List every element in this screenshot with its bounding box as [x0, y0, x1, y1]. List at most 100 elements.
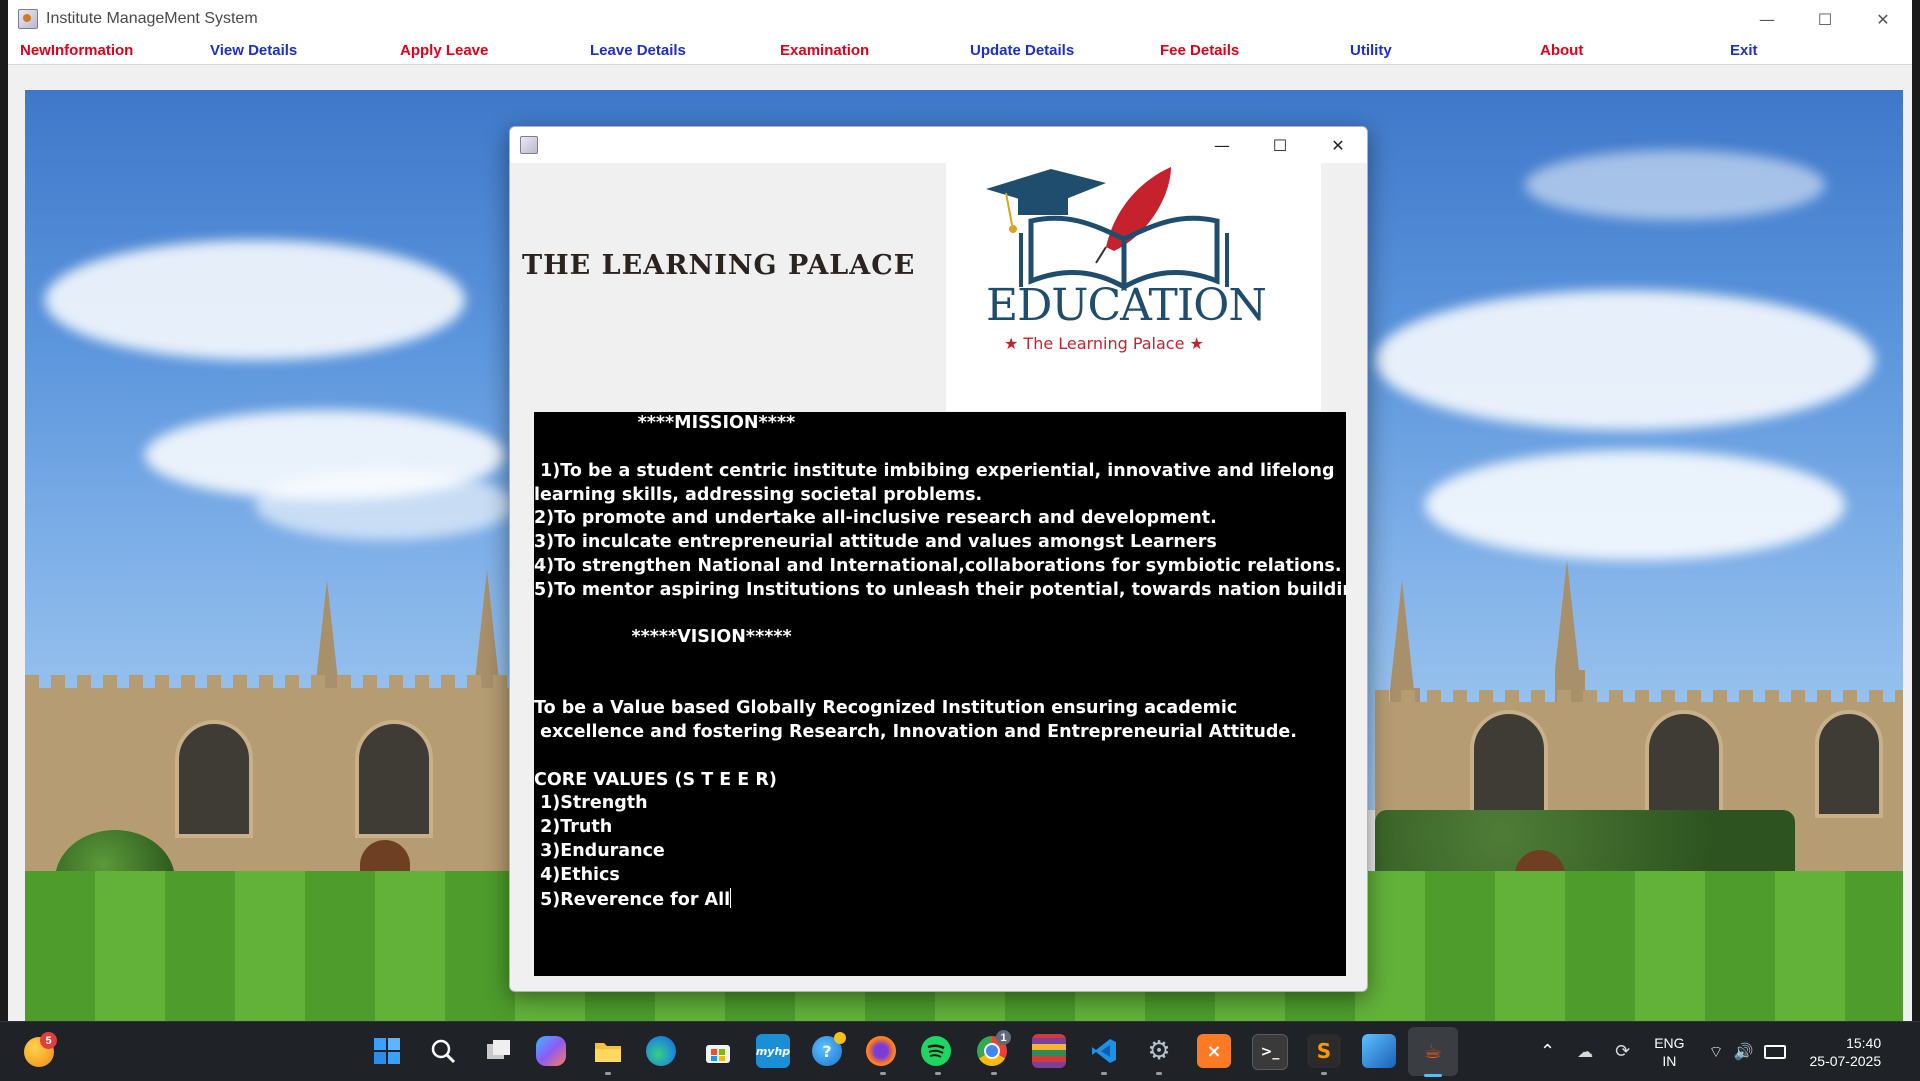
- java-app-icon: [18, 9, 38, 29]
- terminal-icon[interactable]: >_: [1252, 1034, 1288, 1070]
- building-window: [1470, 710, 1548, 818]
- text-line: 3)To inculcate entrepreneurial attitude …: [534, 532, 1217, 552]
- clock-time: 15:40: [1846, 1034, 1882, 1051]
- taskbar: 5 myhp ? 1 ⚙ ⨯ >_ S ☕ ⌃ ☁ ⟳ ENG IN ⌔ 🔊 1…: [0, 1021, 1920, 1081]
- menu-fee-details[interactable]: Fee Details: [1160, 42, 1239, 59]
- show-hidden-icons-chevron-icon[interactable]: ⌃: [1540, 1041, 1555, 1062]
- text-line: 3)Endurance: [534, 841, 665, 861]
- running-indicator: [605, 1072, 611, 1075]
- xampp-icon[interactable]: ⨯: [1197, 1034, 1231, 1068]
- myhp-icon[interactable]: myhp: [756, 1034, 790, 1068]
- vscode-icon[interactable]: [1087, 1034, 1121, 1068]
- text-line: 2)Truth: [534, 817, 613, 837]
- spotify-waves: [927, 1044, 945, 1058]
- window-titlebar[interactable]: Institute ManageMent System — ☐ ✕: [8, 0, 1912, 38]
- logo-wordmark: EDUCATION: [986, 280, 1267, 331]
- file-explorer-icon[interactable]: [591, 1034, 625, 1068]
- running-indicator: [1321, 1072, 1327, 1075]
- window-title: Institute ManageMent System: [46, 10, 258, 27]
- language-region: IN: [1662, 1052, 1677, 1069]
- dialog-close-button[interactable]: ✕: [1309, 127, 1367, 163]
- running-indicator: [1101, 1072, 1107, 1075]
- start-icon[interactable]: [370, 1034, 404, 1068]
- store-icon[interactable]: [701, 1034, 735, 1068]
- magnifier-icon: [431, 1039, 456, 1064]
- vscode-glyph: [1092, 1039, 1116, 1063]
- maximize-button[interactable]: ☐: [1796, 0, 1854, 38]
- task-view-glyph: [487, 1040, 510, 1059]
- volume-icon[interactable]: 🔊: [1734, 1042, 1754, 1062]
- building-window: [1645, 710, 1723, 818]
- text-line: 4)Ethics: [534, 865, 620, 885]
- language-indicator[interactable]: ENG IN: [1654, 1034, 1684, 1070]
- menu-exit[interactable]: Exit: [1730, 42, 1758, 59]
- menu-about[interactable]: About: [1540, 42, 1583, 59]
- spotify-icon[interactable]: [921, 1036, 951, 1066]
- paint-icon[interactable]: [1362, 1034, 1396, 1068]
- spire: [315, 580, 339, 690]
- clock[interactable]: 15:40 25-07-2025: [1810, 1034, 1882, 1070]
- book-left-page: [1028, 215, 1127, 292]
- windows-logo-icon: [374, 1038, 400, 1064]
- sublime-icon[interactable]: S: [1307, 1034, 1341, 1068]
- text-caret: [730, 888, 732, 908]
- close-button[interactable]: ✕: [1854, 0, 1912, 38]
- menu-examination[interactable]: Examination: [780, 42, 869, 59]
- chrome-badge: 1: [996, 1030, 1011, 1045]
- search-icon[interactable]: [426, 1034, 460, 1068]
- quill-icon: [1106, 167, 1171, 251]
- last-text-line: 5)Reverence for All: [534, 888, 732, 913]
- onedrive-offline-icon[interactable]: ☁: [1577, 1042, 1593, 1062]
- settings-icon[interactable]: ⚙: [1142, 1034, 1176, 1068]
- cloud: [1375, 290, 1875, 430]
- task-view-icon[interactable]: [481, 1034, 515, 1068]
- java-icon[interactable]: ☕: [1416, 1034, 1450, 1068]
- text-line: ****MISSION****: [534, 413, 796, 433]
- text-line: excellence and fostering Research, Innov…: [534, 722, 1297, 742]
- chrome-center: [984, 1043, 1000, 1059]
- edge-icon[interactable]: [646, 1036, 676, 1066]
- cloud: [45, 240, 465, 360]
- dialog-maximize-button[interactable]: ☐: [1251, 127, 1309, 163]
- running-indicator: [1156, 1072, 1162, 1075]
- education-logo: EDUCATION ★ The Learning Palace ★: [946, 163, 1321, 411]
- firefox-icon[interactable]: [866, 1036, 896, 1066]
- menu-leave-details[interactable]: Leave Details: [590, 42, 686, 59]
- window-controls: — ☐ ✕: [1738, 0, 1912, 38]
- menu-update-details[interactable]: Update Details: [970, 42, 1074, 59]
- dialog-minimize-button[interactable]: —: [1193, 127, 1251, 163]
- battery-icon[interactable]: [1763, 1044, 1786, 1059]
- sync-icon[interactable]: ⟳: [1615, 1041, 1630, 1062]
- wifi-icon[interactable]: ⌔: [1709, 1042, 1724, 1062]
- menu-view-details[interactable]: View Details: [210, 42, 297, 59]
- menu-utility[interactable]: Utility: [1350, 42, 1392, 59]
- menu-new-information[interactable]: NewInformation: [20, 42, 133, 59]
- store-glyph: [706, 1045, 730, 1063]
- winrar-icon[interactable]: [1032, 1034, 1066, 1068]
- text-line: 1)To be a student centric institute imbi…: [534, 461, 1335, 481]
- text-line: 5)Reverence for All: [534, 890, 731, 910]
- cloud: [255, 470, 515, 540]
- menu-apply-leave[interactable]: Apply Leave: [400, 42, 488, 59]
- screen: Institute ManageMent System — ☐ ✕ NewInf…: [0, 0, 1920, 1081]
- building-window: [1815, 710, 1883, 818]
- language-code: ENG: [1654, 1034, 1685, 1051]
- running-indicator: [991, 1072, 997, 1075]
- tassel-end: [1009, 225, 1017, 233]
- text-line: CORE VALUES (S T E E R): [534, 770, 777, 790]
- minimize-button[interactable]: —: [1738, 0, 1796, 38]
- dialog-titlebar[interactable]: — ☐ ✕: [510, 127, 1367, 163]
- spire: [1555, 560, 1579, 670]
- java-app-icon: [520, 136, 538, 154]
- copilot-icon[interactable]: [536, 1036, 566, 1066]
- mission-vision-textarea[interactable]: ****MISSION**** 1)To be a student centri…: [534, 412, 1346, 976]
- cap-tassel: [1005, 192, 1013, 226]
- spire: [1390, 580, 1414, 690]
- folder-glyph: [595, 1043, 621, 1062]
- running-indicator: [880, 1072, 886, 1075]
- text-line: 4)To strengthen National and Internation…: [534, 556, 1342, 576]
- cloud: [1525, 150, 1825, 220]
- logo-tagline: ★ The Learning Palace ★: [1004, 334, 1204, 353]
- about-dialog: — ☐ ✕ THE LEARNING PALACE EDUCATION ★ Th…: [509, 126, 1368, 992]
- text-line: 2)To promote and undertake all-inclusive…: [534, 508, 1217, 528]
